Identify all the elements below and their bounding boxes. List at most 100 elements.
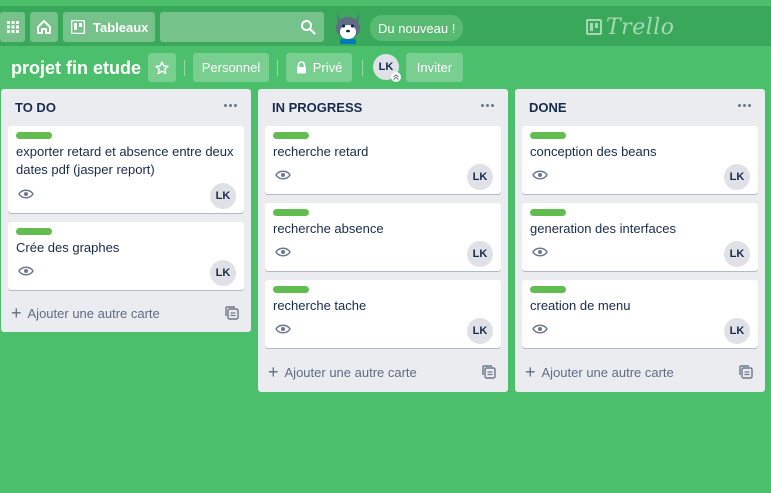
card-template-icon[interactable] <box>739 365 753 379</box>
card-title: recherche tache <box>273 298 367 313</box>
card-title: recherche retard <box>273 144 369 159</box>
private-label: Privé <box>312 60 343 75</box>
invite-button[interactable]: Inviter <box>406 53 463 82</box>
header-divider <box>184 60 185 76</box>
card-title: recherche absence <box>273 221 384 236</box>
card-member-avatar[interactable]: LK <box>467 241 493 267</box>
apps-grid-icon <box>6 21 19 33</box>
eye-icon <box>532 247 548 257</box>
personal-label: Personnel <box>201 60 261 75</box>
card[interactable]: Crée des graphes LK <box>8 222 244 290</box>
list-title[interactable]: DONE <box>529 100 567 115</box>
card-title: generation des interfaces <box>530 221 676 236</box>
eye-icon <box>275 170 291 180</box>
add-card-button[interactable]: + Ajouter une autre carte <box>11 300 191 326</box>
card-label-green[interactable] <box>273 286 309 293</box>
list-title[interactable]: TO DO <box>15 100 56 115</box>
card-member-avatar[interactable]: LK <box>467 318 493 344</box>
list-done: DONE conception des beans LK generation … <box>515 89 765 392</box>
add-card-button[interactable]: + Ajouter une autre carte <box>268 359 448 385</box>
card-member-initials: LK <box>215 190 231 202</box>
admin-chevron-icon <box>391 72 401 82</box>
card-title: creation de menu <box>530 298 631 313</box>
plus-icon: + <box>525 362 536 382</box>
card-member-initials: LK <box>472 248 488 260</box>
card-label-green[interactable] <box>16 132 52 139</box>
trello-logo-icon <box>586 19 602 35</box>
card-member-avatar[interactable]: LK <box>210 260 236 286</box>
card[interactable]: generation des interfaces LK <box>522 203 758 271</box>
list-header: IN PROGRESS <box>258 89 508 125</box>
plus-icon: + <box>11 303 22 323</box>
card[interactable]: conception des beans LK <box>522 126 758 194</box>
list-title[interactable]: IN PROGRESS <box>272 100 362 115</box>
card-member-avatar[interactable]: LK <box>724 241 750 267</box>
list-header: DONE <box>515 89 765 125</box>
board-title[interactable]: projet fin etude <box>11 58 141 79</box>
eye-icon <box>18 189 34 199</box>
card-label-green[interactable] <box>530 209 566 216</box>
star-icon <box>155 60 169 74</box>
card-member-initials: LK <box>215 267 231 279</box>
header-divider <box>277 60 278 76</box>
card-label-green[interactable] <box>273 132 309 139</box>
card[interactable]: recherche retard LK <box>265 126 501 194</box>
eye-icon <box>532 324 548 334</box>
search-box[interactable] <box>160 12 324 42</box>
card-label-green[interactable] <box>530 286 566 293</box>
whats-new-button[interactable]: Du nouveau ! <box>370 15 464 41</box>
list-menu-icon[interactable] <box>219 95 241 115</box>
lock-icon <box>296 61 306 74</box>
card-member-initials: LK <box>472 325 488 337</box>
member-avatar[interactable]: LK <box>373 54 401 82</box>
card[interactable]: recherche absence LK <box>265 203 501 271</box>
list-todo: TO DO exporter retard et absence entre d… <box>1 89 251 332</box>
card-member-avatar[interactable]: LK <box>467 164 493 190</box>
card-template-icon[interactable] <box>225 306 239 320</box>
boards-button[interactable]: Tableaux <box>63 12 155 42</box>
add-card-label: Ajouter une autre carte <box>541 364 674 380</box>
trello-logo-text: Trello <box>606 14 675 40</box>
top-header: Tableaux Du nouveau ! Trello <box>0 6 771 46</box>
eye-icon <box>18 266 34 276</box>
card[interactable]: exporter retard et absence entre deux da… <box>8 126 244 213</box>
trello-logo[interactable]: Trello <box>586 14 675 40</box>
card-title: conception des beans <box>530 144 657 159</box>
privacy-button[interactable]: Privé <box>286 53 352 82</box>
card-member-avatar[interactable]: LK <box>724 318 750 344</box>
card-member-avatar[interactable]: LK <box>724 164 750 190</box>
plus-icon: + <box>268 362 279 382</box>
list-menu-icon[interactable] <box>733 95 755 115</box>
home-button[interactable] <box>30 12 58 42</box>
star-board-button[interactable] <box>148 53 176 82</box>
eye-icon <box>275 247 291 257</box>
search-icon[interactable] <box>300 19 316 35</box>
card[interactable]: recherche tache LK <box>265 280 501 348</box>
eye-icon <box>275 324 291 334</box>
add-card-label: Ajouter une autre carte <box>284 364 417 380</box>
card-label-green[interactable] <box>530 132 566 139</box>
list-menu-icon[interactable] <box>476 95 498 115</box>
card-title: Crée des graphes <box>16 240 120 255</box>
card-label-green[interactable] <box>16 228 52 235</box>
invite-label: Inviter <box>416 60 453 75</box>
card-member-initials: LK <box>472 171 488 183</box>
boards-label: Tableaux <box>93 19 149 35</box>
card-member-initials: LK <box>729 171 745 183</box>
card-template-icon[interactable] <box>482 365 496 379</box>
card-member-initials: LK <box>729 325 745 337</box>
add-card-label: Ajouter une autre carte <box>27 305 160 321</box>
apps-button[interactable] <box>0 12 25 42</box>
add-card-button[interactable]: + Ajouter une autre carte <box>525 359 705 385</box>
husky-mascot-icon[interactable] <box>330 9 366 45</box>
card-member-initials: LK <box>729 248 745 260</box>
whats-new-label: Du nouveau ! <box>378 20 456 36</box>
boards-icon <box>71 20 85 34</box>
team-visibility-button[interactable]: Personnel <box>193 53 269 82</box>
home-icon <box>37 20 51 34</box>
list-header: TO DO <box>1 89 251 125</box>
card-member-avatar[interactable]: LK <box>210 183 236 209</box>
card-title: exporter retard et absence entre deux da… <box>16 144 234 177</box>
card-label-green[interactable] <box>273 209 309 216</box>
card[interactable]: creation de menu LK <box>522 280 758 348</box>
